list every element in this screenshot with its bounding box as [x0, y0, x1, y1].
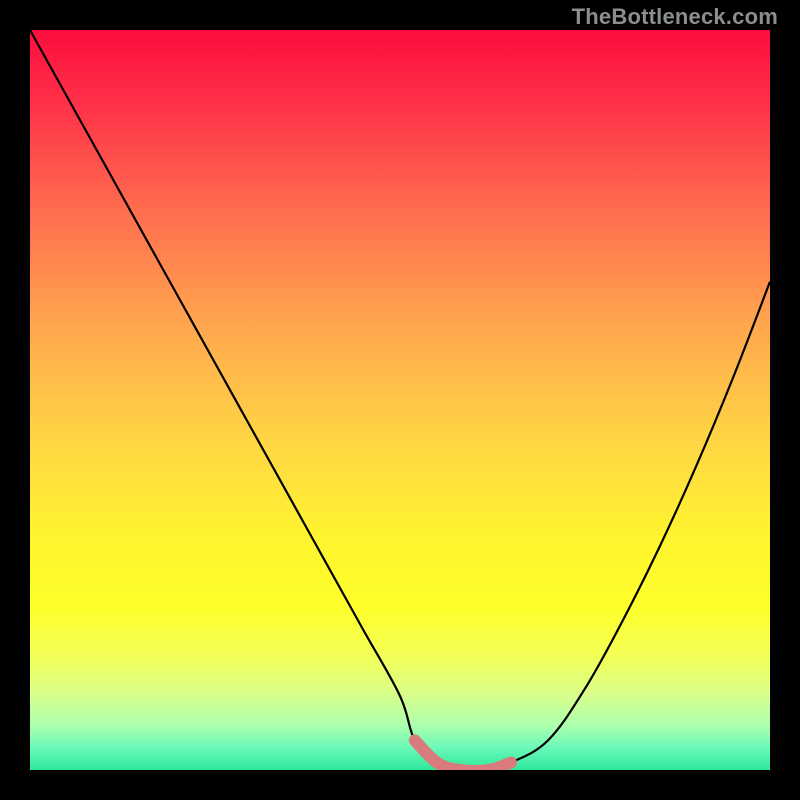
watermark-label: TheBottleneck.com [572, 4, 778, 30]
bottleneck-chart [30, 30, 770, 770]
gradient-background [30, 30, 770, 770]
chart-frame: TheBottleneck.com [0, 0, 800, 800]
